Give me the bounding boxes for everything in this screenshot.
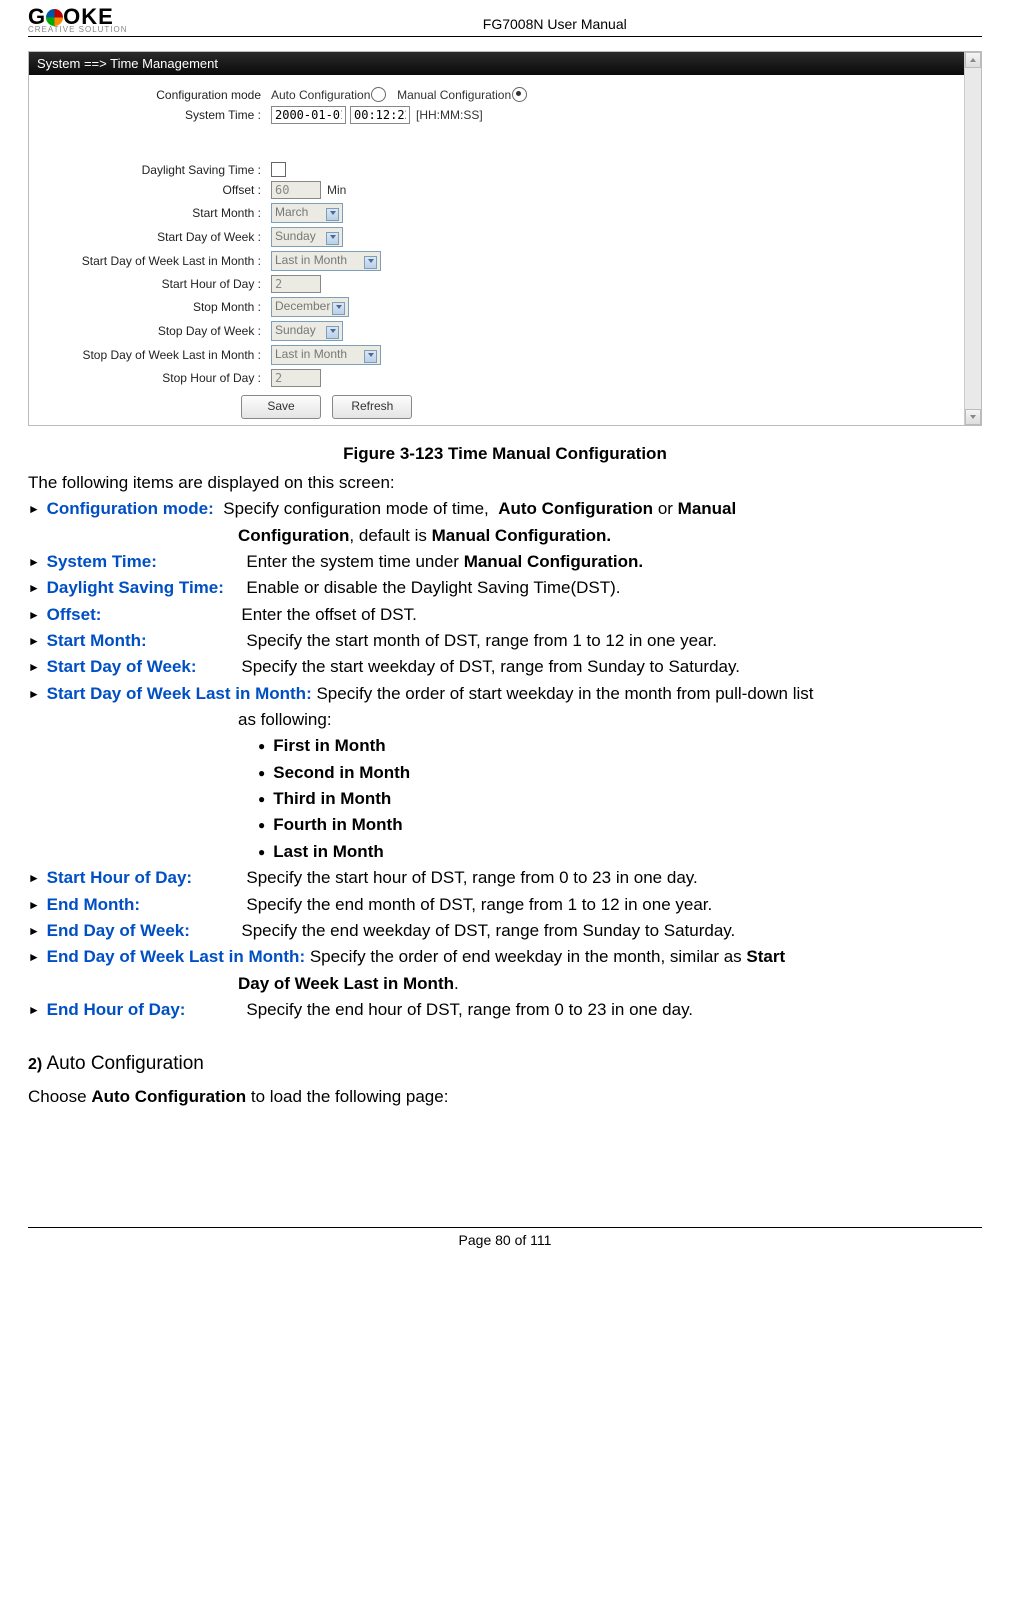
bullet-first: ●First in Month	[258, 733, 982, 759]
chevron-down-icon	[336, 305, 342, 309]
brand-logo: GOKE CREATIVE SOLUTION	[28, 6, 128, 34]
time-hint: [HH:MM:SS]	[416, 108, 483, 122]
refresh-button[interactable]: Refresh	[332, 395, 412, 419]
label-dst: Daylight Saving Time :	[41, 163, 271, 177]
scrollbar-vertical[interactable]	[964, 52, 981, 425]
select-stop-month[interactable]: December	[271, 297, 349, 317]
scroll-down-arrow-icon[interactable]	[965, 409, 981, 425]
item-offset: ► Offset: Enter the offset of DST.	[28, 602, 982, 628]
chevron-down-icon	[330, 235, 336, 239]
chevron-down-icon	[368, 259, 374, 263]
logo-subtitle: CREATIVE SOLUTION	[28, 26, 128, 34]
checkbox-dst[interactable]	[271, 162, 286, 177]
select-start-dow[interactable]: Sunday	[271, 227, 343, 247]
select-start-dow-last[interactable]: Last in Month	[271, 251, 381, 271]
doc-title: FG7008N User Manual	[128, 16, 982, 34]
radio-manual-config[interactable]	[512, 87, 527, 102]
label-start-dow: Start Day of Week :	[41, 230, 271, 244]
radio-label-manual: Manual Configuration	[397, 88, 511, 102]
bullet-third: ●Third in Month	[258, 786, 982, 812]
auto-config-line: Choose Auto Configuration to load the fo…	[28, 1087, 982, 1107]
chevron-down-icon	[368, 353, 374, 357]
radio-auto-config[interactable]	[371, 87, 386, 102]
label-config-mode: Configuration mode	[41, 88, 271, 102]
item-end-dow: ► End Day of Week: Specify the end weekd…	[28, 918, 982, 944]
input-date[interactable]	[271, 106, 346, 124]
window-title-bar: System ==> Time Management	[29, 52, 981, 75]
chevron-down-icon	[330, 329, 336, 333]
screenshot-panel: System ==> Time Management Configuration…	[28, 51, 982, 426]
item-end-dow-last-line2: Day of Week Last in Month.	[28, 971, 982, 997]
select-start-month[interactable]: March	[271, 203, 343, 223]
offset-unit: Min	[327, 183, 346, 197]
item-end-month: ► End Month: Specify the end month of DS…	[28, 892, 982, 918]
select-stop-dow[interactable]: Sunday	[271, 321, 343, 341]
bullet-second: ●Second in Month	[258, 760, 982, 786]
bullet-fourth: ●Fourth in Month	[258, 812, 982, 838]
input-stop-hour[interactable]	[271, 369, 321, 387]
label-stop-hour: Stop Hour of Day :	[41, 371, 271, 385]
radio-label-auto: Auto Configuration	[271, 88, 370, 102]
input-time[interactable]	[350, 106, 410, 124]
item-start-dow-last-line1: ► Start Day of Week Last in Month: Speci…	[28, 681, 982, 707]
label-start-month: Start Month :	[41, 206, 271, 220]
item-config-mode-line1: ► Configuration mode: Specify configurat…	[28, 496, 982, 522]
label-offset: Offset :	[41, 183, 271, 197]
scroll-up-arrow-icon[interactable]	[965, 52, 981, 68]
select-stop-dow-last[interactable]: Last in Month	[271, 345, 381, 365]
bullet-last: ●Last in Month	[258, 839, 982, 865]
item-end-hour: ► End Hour of Day: Specify the end hour …	[28, 997, 982, 1023]
item-start-dow: ► Start Day of Week: Specify the start w…	[28, 654, 982, 680]
section-2-header: 2) Auto Configuration	[28, 1053, 982, 1075]
header-divider	[28, 36, 982, 37]
item-config-mode-line2: Configuration, default is Manual Configu…	[28, 523, 982, 549]
label-system-time: System Time :	[41, 108, 271, 122]
label-stop-month: Stop Month :	[41, 300, 271, 314]
save-button[interactable]: Save	[241, 395, 321, 419]
item-dst: ► Daylight Saving Time: Enable or disabl…	[28, 575, 982, 601]
label-start-dow-last: Start Day of Week Last in Month :	[41, 254, 271, 268]
logo-o-icon	[46, 9, 63, 26]
footer-divider	[28, 1227, 982, 1228]
label-start-hour: Start Hour of Day :	[41, 277, 271, 291]
figure-caption: Figure 3-123 Time Manual Configuration	[28, 444, 982, 464]
label-stop-dow-last: Stop Day of Week Last in Month :	[41, 348, 271, 362]
intro-line: The following items are displayed on thi…	[28, 470, 982, 496]
item-start-month: ► Start Month: Specify the start month o…	[28, 628, 982, 654]
input-offset[interactable]	[271, 181, 321, 199]
input-start-hour[interactable]	[271, 275, 321, 293]
label-stop-dow: Stop Day of Week :	[41, 324, 271, 338]
item-start-hour: ► Start Hour of Day: Specify the start h…	[28, 865, 982, 891]
item-start-dow-last-line2: as following:	[28, 707, 982, 733]
item-end-dow-last-line1: ► End Day of Week Last in Month: Specify…	[28, 944, 982, 970]
page-number: Page 80 of 111	[28, 1232, 982, 1248]
item-system-time: ► System Time: Enter the system time und…	[28, 549, 982, 575]
chevron-down-icon	[330, 211, 336, 215]
